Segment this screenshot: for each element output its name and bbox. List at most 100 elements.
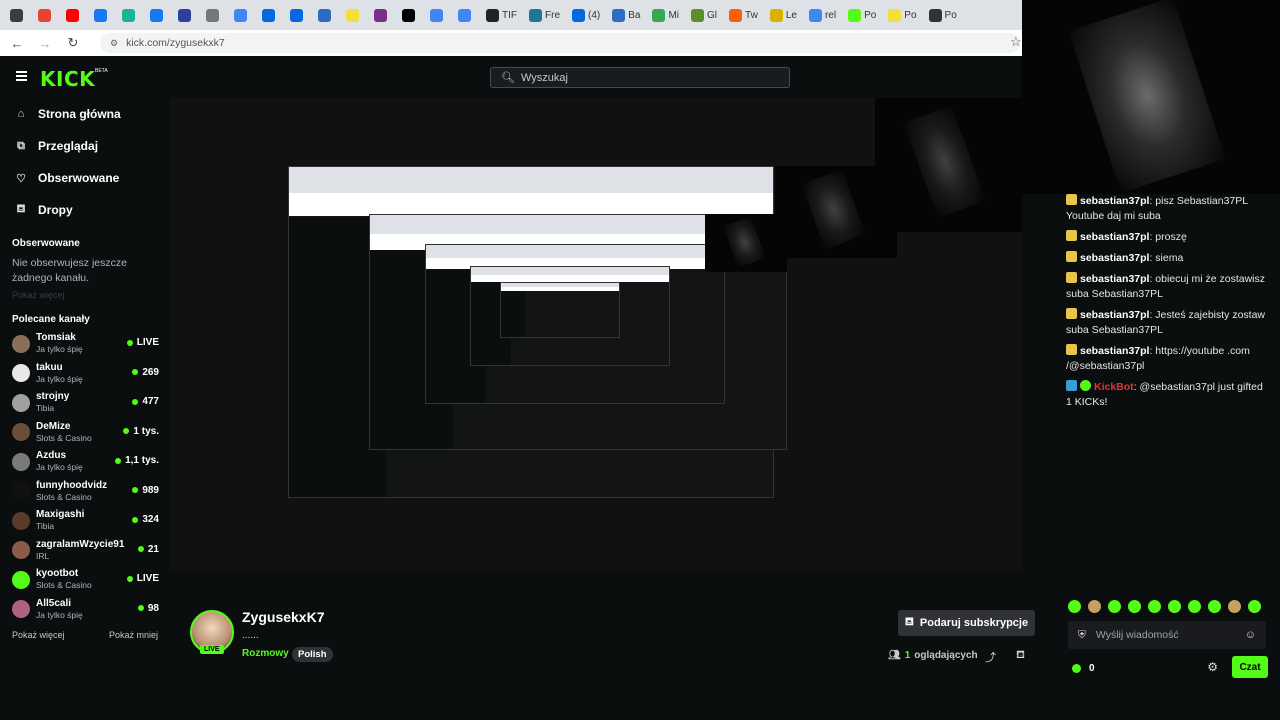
followed-show-more[interactable]: Pokaż więcej: [0, 290, 170, 300]
stream-category[interactable]: Rozmowy: [242, 648, 289, 659]
channel-category: Ja tylko śpię: [36, 609, 83, 620]
bookmark-item[interactable]: [314, 4, 338, 26]
sidebar-item-0[interactable]: ⌂ Strona główna: [0, 98, 170, 130]
emote-icon[interactable]: [1128, 600, 1141, 613]
menu-icon[interactable]: [16, 71, 27, 81]
bookmark-item[interactable]: Gl: [687, 4, 721, 26]
show-more-link[interactable]: Pokaż więcej: [12, 630, 65, 640]
emote-icon[interactable]: [1068, 600, 1081, 613]
chat-username[interactable]: sebastian37pl: [1080, 309, 1149, 321]
bookmark-item[interactable]: [258, 4, 282, 26]
emote-icon[interactable]: [1188, 600, 1201, 613]
kick-logo[interactable]: KICK: [40, 67, 95, 91]
bookmark-item[interactable]: (4): [568, 4, 604, 26]
emote-icon[interactable]: [1208, 600, 1221, 613]
channel-item[interactable]: Azdus Ja tylko śpię 1,1 tys.: [0, 447, 170, 477]
stream-tag[interactable]: Polish: [292, 647, 333, 662]
bookmark-item[interactable]: Fre: [525, 4, 564, 26]
streamer-name[interactable]: ZygusekxK7: [242, 609, 324, 625]
chat-username[interactable]: KickBot: [1094, 381, 1134, 393]
channel-item[interactable]: zagralamWzycie91 IRL 21: [0, 536, 170, 566]
bookmark-label: Po: [864, 9, 877, 21]
bookmark-item[interactable]: [34, 4, 58, 26]
bookmark-item[interactable]: Tw: [725, 4, 762, 26]
gift-subs-icon[interactable]: ⛾: [1016, 649, 1025, 663]
channel-avatar: [12, 511, 30, 530]
bookmark-item[interactable]: rel: [805, 4, 840, 26]
stream-video[interactable]: [170, 98, 1022, 572]
bookmark-item[interactable]: [174, 4, 198, 26]
bookmark-label: TIF: [502, 9, 517, 21]
bookmark-item[interactable]: TIF: [482, 4, 521, 26]
show-less-link[interactable]: Pokaż mniej: [109, 630, 158, 640]
bookmark-item[interactable]: Po: [925, 4, 961, 26]
bookmark-item[interactable]: [6, 4, 30, 26]
channel-name: takuu: [36, 361, 63, 373]
sidebar-item-1[interactable]: ⧉ Przeglądaj: [0, 130, 170, 162]
channel-count: LIVE: [136, 337, 159, 348]
emote-icon[interactable]: [1088, 600, 1101, 613]
back-icon[interactable]: ←: [8, 36, 26, 51]
bookmark-item[interactable]: [398, 4, 422, 26]
chat-username[interactable]: sebastian37pl: [1080, 345, 1149, 357]
bookmark-favicon-icon: [290, 8, 303, 22]
channel-item[interactable]: funnyhoodvidz Slots & Casino 989: [0, 477, 170, 507]
sidebar-item-2[interactable]: ♡ Obserwowane: [0, 162, 170, 194]
channel-item[interactable]: Maxigashi Tibia 324: [0, 506, 170, 536]
emoji-icon[interactable]: ☺: [1245, 629, 1256, 641]
live-dot-icon: [126, 339, 133, 346]
chat-username[interactable]: sebastian37pl: [1080, 195, 1149, 207]
bookmark-item[interactable]: [370, 4, 394, 26]
bookmark-item[interactable]: [146, 4, 170, 26]
bookmark-item[interactable]: Ba: [608, 4, 644, 26]
channel-item[interactable]: DeMize Slots & Casino 1 tys.: [0, 418, 170, 448]
bookmark-item[interactable]: [342, 4, 366, 26]
bookmark-favicon-icon: [729, 8, 743, 22]
channel-item[interactable]: Tomsiak Ja tylko śpię LIVE: [0, 329, 170, 359]
bookmark-star-icon[interactable]: ☆: [1010, 34, 1022, 50]
channel-count: 269: [142, 366, 159, 378]
bookmark-item[interactable]: Le: [766, 4, 801, 26]
channel-name: strojny: [36, 391, 70, 403]
chat-send-button[interactable]: Czat: [1232, 656, 1268, 678]
bookmark-item[interactable]: [230, 4, 254, 26]
bookmark-item[interactable]: [90, 4, 114, 26]
emote-icon[interactable]: [1248, 600, 1261, 613]
bookmark-item[interactable]: Mi: [648, 4, 683, 26]
channel-item[interactable]: All5cali Ja tylko śpię 98: [0, 595, 170, 625]
chat-username[interactable]: sebastian37pl: [1080, 273, 1149, 285]
site-info-icon[interactable]: ⚙: [110, 38, 118, 49]
channel-item[interactable]: kyootbot Slots & Casino LIVE: [0, 565, 170, 595]
points-display[interactable]: 0: [1072, 663, 1095, 674]
forward-icon[interactable]: →: [36, 36, 54, 51]
sidebar-item-3[interactable]: ⛾ Dropy: [0, 194, 170, 226]
live-dot-icon: [132, 398, 139, 405]
emote-icon[interactable]: [1228, 600, 1241, 613]
chat-badge-icon[interactable]: ⛨: [1078, 629, 1086, 642]
bookmark-item[interactable]: [286, 4, 310, 26]
bookmark-item[interactable]: [454, 4, 478, 26]
channel-item[interactable]: strojny Tibia 477: [0, 388, 170, 418]
gift-subscription-button[interactable]: ⛾ Podaruj subskrypcje: [898, 610, 1035, 636]
chat-input[interactable]: ⛨ Wyślij wiadomość ☺: [1068, 621, 1266, 649]
share-icon[interactable]: ⤴: [985, 649, 996, 665]
emote-icon[interactable]: [1108, 600, 1121, 613]
emote-icon[interactable]: [1168, 600, 1181, 613]
reload-icon[interactable]: ↻: [64, 35, 82, 51]
url-field[interactable]: ⚙ kick.com/zygusekxk7: [100, 33, 1020, 53]
channel-item[interactable]: takuu Ja tylko śpię 269: [0, 359, 170, 389]
bookmark-item[interactable]: [426, 4, 450, 26]
bookmark-favicon-icon: [206, 8, 219, 22]
bookmark-label: Po: [904, 9, 917, 21]
search-input[interactable]: 🔍︎ Wyszukaj: [490, 67, 790, 88]
bookmark-item[interactable]: [118, 4, 142, 26]
chat-username[interactable]: sebastian37pl: [1080, 252, 1149, 264]
chat-username[interactable]: sebastian37pl: [1080, 231, 1149, 243]
chat-settings-icon[interactable]: ⚙: [1207, 660, 1218, 674]
bookmark-item[interactable]: Po: [844, 4, 880, 26]
bookmark-item[interactable]: Po: [884, 4, 920, 26]
search-icon: 🔍︎: [501, 72, 515, 84]
emote-icon[interactable]: [1148, 600, 1161, 613]
bookmark-item[interactable]: [62, 4, 86, 26]
bookmark-item[interactable]: [202, 4, 226, 26]
